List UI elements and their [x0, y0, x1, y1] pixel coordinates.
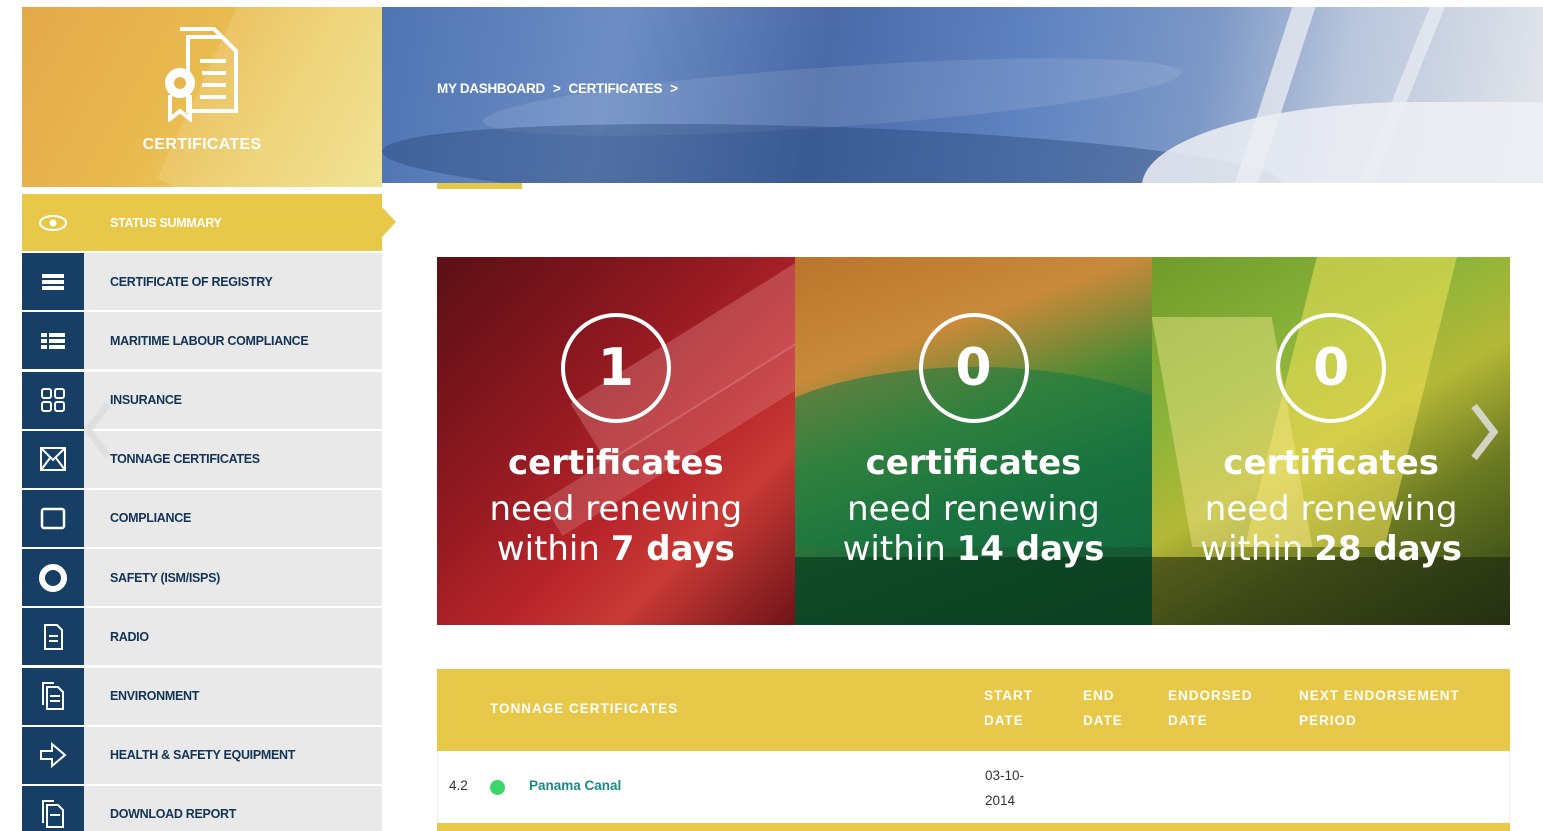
tile-within: within	[1200, 529, 1304, 569]
sidebar-item-label: MARITIME LABOUR COMPLIANCE	[84, 312, 382, 370]
tile-heading: certificates	[507, 443, 724, 483]
accent-bar	[437, 183, 522, 189]
column-header-endorsed-date[interactable]: ENDORSED DATE	[1168, 683, 1253, 733]
renewal-tile-28-days[interactable]: 0 certificates need renewing within 28 d…	[1152, 257, 1511, 625]
sidebar-item-compliance[interactable]: COMPLIANCE	[22, 489, 382, 549]
renewal-tile-14-days[interactable]: 0 certificates need renewing within 14 d…	[794, 257, 1153, 625]
tile-heading: certificates	[865, 443, 1082, 483]
carousel-prev-arrow-icon[interactable]	[82, 400, 112, 460]
tile-subtext: need renewing within 28 days	[1152, 489, 1510, 569]
breadcrumb: MY DASHBOARD > CERTIFICATES >	[437, 81, 678, 96]
sidebar-item-label: COMPLIANCE	[84, 489, 382, 547]
breadcrumb-separator: >	[552, 81, 561, 96]
sidebar-item-certificate-of-registry[interactable]: CERTIFICATE OF REGISTRY	[22, 253, 382, 312]
tile-heading: certificates	[1223, 443, 1440, 483]
carousel-next-arrow-icon[interactable]	[1470, 402, 1500, 462]
tile-line1: need renewing	[1204, 489, 1458, 529]
tile-line1: need renewing	[847, 489, 1100, 529]
eye-icon	[39, 214, 67, 231]
sidebar-item-label: STATUS SUMMARY	[84, 194, 382, 251]
tile-within: within	[842, 529, 946, 569]
tile-days: 14 days	[956, 529, 1105, 569]
tile-count: 0	[1276, 313, 1387, 423]
sidebar-item-label: HEALTH & SAFETY EQUIPMENT	[84, 726, 382, 784]
sidebar-item-status-summary[interactable]: STATUS SUMMARY	[22, 194, 396, 253]
tile-subtext: need renewing within 7 days	[437, 489, 795, 569]
column-header-next-endorsement-period[interactable]: NEXT ENDORSEMENT PERIOD	[1299, 683, 1460, 733]
document-icon	[44, 623, 63, 650]
sidebar-item-label: SAFETY (ISM/ISPS)	[84, 549, 382, 607]
certificates-table: TONNAGE CERTIFICATES START DATE END DATE…	[437, 669, 1510, 823]
row-number: 4.2	[449, 778, 468, 793]
certificate-name-link[interactable]: Panama Canal	[529, 778, 621, 793]
sidebar-item-health-safety-equipment[interactable]: HEALTH & SAFETY EQUIPMENT	[22, 726, 382, 786]
documents-icon	[42, 682, 64, 710]
sidebar-item-label: INSURANCE	[84, 371, 382, 429]
sidebar-item-tonnage-certificates[interactable]: TONNAGE CERTIFICATES	[22, 430, 382, 490]
tile-within: within	[496, 529, 600, 569]
arrow-right-icon	[40, 742, 67, 769]
envelope-icon	[40, 447, 66, 472]
table-header: TONNAGE CERTIFICATES START DATE END DATE…	[437, 669, 1510, 751]
brand-title: CERTIFICATES	[142, 136, 262, 153]
table-row[interactable]: 4.2 Panama Canal 03-10- 2014	[437, 751, 1510, 823]
tile-line1: need renewing	[489, 489, 743, 529]
tile-count: 0	[918, 313, 1029, 423]
sidebar-item-label: ENVIRONMENT	[84, 667, 382, 725]
sidebar-nav: STATUS SUMMARY CERTIFICATE OF REGISTRY M…	[22, 194, 396, 831]
breadcrumb-separator: >	[670, 81, 678, 96]
breadcrumb-my-dashboard[interactable]: MY DASHBOARD	[437, 81, 545, 96]
sidebar-item-environment[interactable]: ENVIRONMENT	[22, 667, 382, 727]
sidebar-item-label: DOWNLOAD REPORT	[84, 785, 382, 831]
detailed-list-icon	[41, 332, 65, 349]
sidebar-brand: CERTIFICATES	[22, 7, 382, 187]
sidebar-item-label: RADIO	[84, 608, 382, 666]
lifebuoy-icon	[39, 563, 67, 592]
report-icon	[42, 800, 64, 829]
sidebar: CERTIFICATES STATUS SUMMARY CERTIFICATE …	[22, 7, 396, 831]
tile-days: 7 days	[610, 529, 735, 569]
status-indicator	[490, 780, 505, 795]
sidebar-item-label: CERTIFICATE OF REGISTRY	[84, 253, 382, 311]
table-footer-bar	[437, 823, 1510, 831]
sidebar-item-label: TONNAGE CERTIFICATES	[84, 430, 382, 488]
sidebar-item-download-report[interactable]: DOWNLOAD REPORT	[22, 785, 382, 831]
page: CERTIFICATES STATUS SUMMARY CERTIFICATE …	[0, 0, 1543, 831]
renewal-tiles: 1 certificates need renewing within 7 da…	[437, 257, 1511, 625]
sidebar-item-safety[interactable]: SAFETY (ISM/ISPS)	[22, 549, 382, 608]
certificate-icon	[165, 27, 238, 122]
renewal-tile-7-days[interactable]: 1 certificates need renewing within 7 da…	[437, 257, 795, 625]
column-header-end-date[interactable]: END DATE	[1083, 683, 1123, 733]
breadcrumb-certificates[interactable]: CERTIFICATES	[569, 81, 663, 96]
sidebar-item-insurance[interactable]: INSURANCE	[22, 371, 382, 431]
column-header-start-date[interactable]: START DATE	[984, 683, 1033, 733]
tile-count: 1	[560, 313, 671, 423]
grid-icon	[41, 388, 65, 413]
sidebar-item-maritime-labour-compliance[interactable]: MARITIME LABOUR COMPLIANCE	[22, 312, 382, 371]
square-icon	[40, 508, 66, 530]
tile-subtext: need renewing within 14 days	[795, 489, 1153, 569]
column-header-name[interactable]: TONNAGE CERTIFICATES	[490, 696, 678, 721]
list-icon	[42, 273, 64, 290]
sidebar-item-radio[interactable]: RADIO	[22, 608, 382, 667]
tile-days: 28 days	[1314, 529, 1463, 569]
start-date: 03-10- 2014	[985, 768, 1025, 808]
